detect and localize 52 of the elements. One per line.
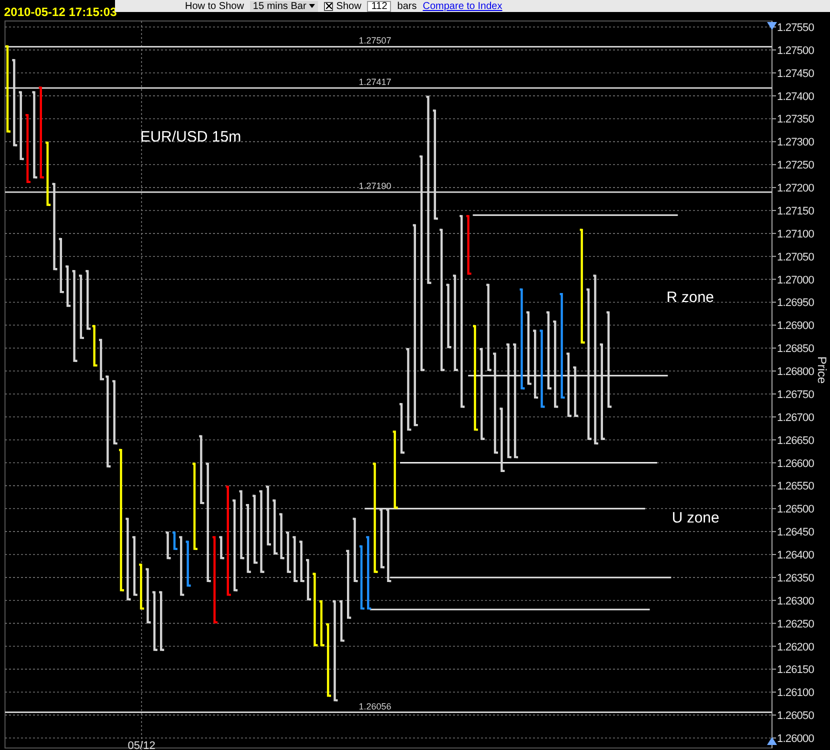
checkbox-label: Show — [336, 0, 362, 12]
bars-label: bars — [397, 0, 417, 12]
price-label: 1.27200 — [777, 182, 814, 195]
price-label: 1.27000 — [777, 274, 814, 286]
price-label: 1.27550 — [777, 22, 814, 34]
date-label: 05/12 — [128, 740, 156, 750]
price-label: 1.26400 — [777, 550, 814, 562]
chart-annotation: U zone — [672, 509, 720, 526]
bar-type-dropdown[interactable]: 15 mins Bar — [250, 0, 318, 12]
bar-count-field[interactable]: 112 — [367, 0, 392, 12]
price-label: 1.26100 — [777, 687, 814, 700]
price-label: 1.27150 — [777, 205, 814, 218]
price-label: 1.27500 — [777, 44, 814, 57]
price-label: 1.26900 — [777, 320, 814, 332]
compare-link[interactable]: Compare to Index — [422, 0, 502, 12]
price-label: 1.26550 — [777, 480, 814, 493]
price-label: 1.26950 — [777, 297, 814, 310]
caret-icon — [309, 4, 316, 8]
price-label: 1.26650 — [777, 434, 814, 447]
triangle-marker-icon[interactable] — [767, 737, 777, 745]
price-label: 1.27400 — [777, 90, 814, 103]
price-label: 1.27350 — [777, 114, 814, 126]
price-label: 1.26300 — [777, 595, 814, 608]
price-label: 1.26750 — [777, 388, 814, 401]
price-label: 1.27050 — [777, 251, 814, 264]
price-label: 1.26600 — [777, 458, 814, 470]
price-label: 1.26850 — [777, 343, 814, 356]
show-checkbox[interactable] — [324, 2, 334, 10]
price-label: 1.27450 — [777, 68, 814, 80]
price-label: 1.26700 — [777, 412, 814, 424]
show-mode-label: How to Show — [185, 0, 244, 12]
price-label: 1.26050 — [777, 710, 814, 722]
price-label: 1.26350 — [777, 572, 814, 584]
triangle-marker-icon[interactable] — [767, 22, 777, 30]
price-label: 1.27250 — [777, 160, 814, 172]
level-label: 1.27190 — [358, 181, 392, 192]
price-label: 1.27100 — [777, 228, 814, 240]
level-label: 1.26056 — [358, 701, 392, 712]
axis-title: Price — [815, 356, 829, 384]
price-label: 1.26250 — [777, 618, 814, 630]
price-label: 1.26000 — [777, 733, 814, 745]
price-label: 1.26200 — [777, 641, 814, 654]
chart-annotation: EUR/USD 15m — [140, 128, 242, 146]
price-label: 1.26800 — [777, 366, 814, 378]
price-label: 1.26150 — [777, 664, 814, 676]
timestamp: 2010-05-12 17:15:03 — [3, 4, 115, 19]
price-label: 1.27300 — [777, 136, 814, 149]
chart-annotation: R zone — [666, 289, 714, 306]
price-label: 1.26450 — [777, 526, 814, 539]
level-label: 1.27417 — [358, 77, 392, 87]
price-label: 1.26500 — [777, 504, 814, 516]
level-label: 1.27507 — [358, 36, 392, 46]
